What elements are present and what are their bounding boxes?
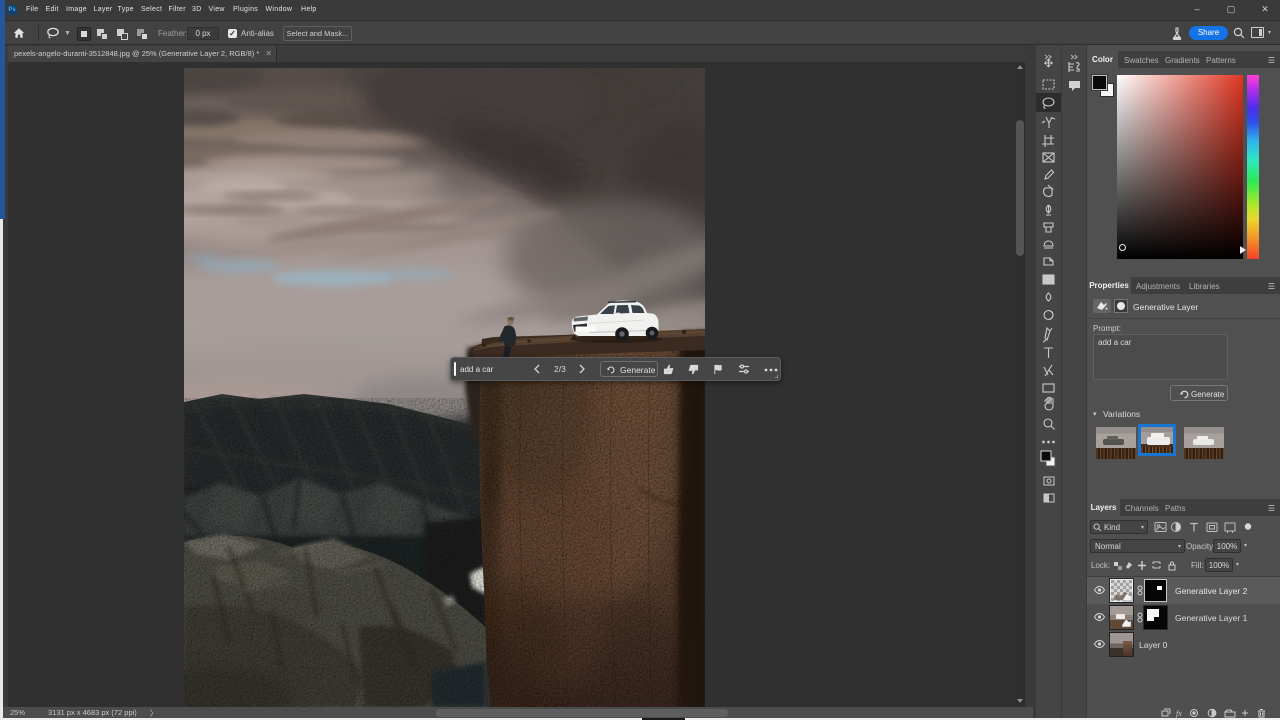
svg-text:fx: fx [1176, 709, 1182, 718]
